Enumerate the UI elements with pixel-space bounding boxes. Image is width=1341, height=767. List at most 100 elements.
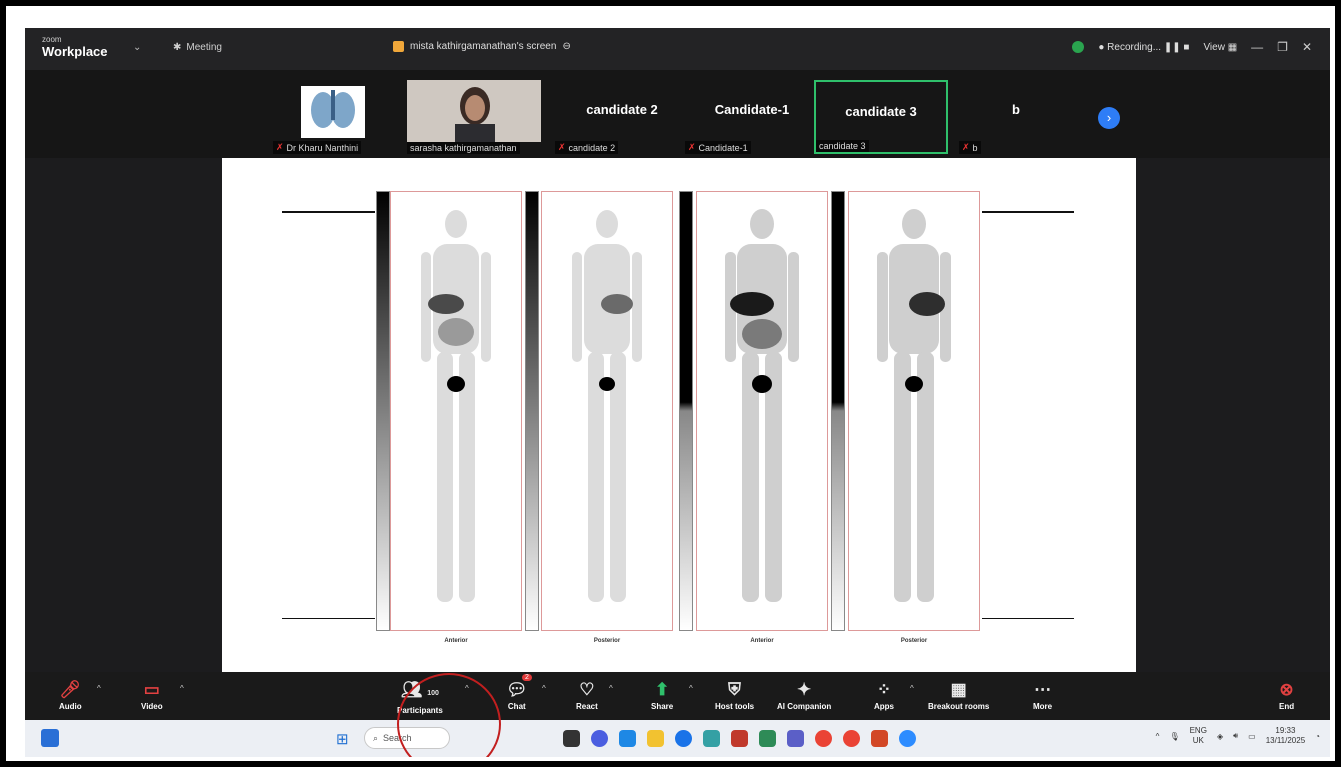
chrome-icon[interactable] [815, 730, 832, 747]
chevron-up-icon[interactable]: ^ [910, 684, 914, 693]
zoom-app-icon[interactable] [899, 730, 916, 747]
video-label: Video [141, 702, 163, 711]
breakout-rooms-button[interactable]: ▦ Breakout rooms [928, 678, 989, 711]
volume-icon[interactable]: 🔊︎ [1233, 731, 1238, 741]
microphone-icon[interactable]: 🎙︎ [1169, 732, 1179, 741]
react-button[interactable]: ♡ React [576, 678, 598, 711]
intensity-scale-bar [376, 191, 390, 631]
video-button[interactable]: ▭ Video [141, 678, 163, 711]
restore-icon[interactable]: ❐ [1277, 40, 1288, 54]
view-label: View [1203, 41, 1225, 53]
edge-icon[interactable] [675, 730, 692, 747]
participant-video [407, 80, 541, 142]
search-icon: ⌕ [373, 732, 379, 743]
windows-taskbar: ⊞ ⌕ Search ^ 🎙︎ ENG UK ◈ 🔊︎ ▭ 19:33 13/11/… [25, 720, 1330, 757]
participant-label: sarasha kathirgamanathan [407, 142, 520, 154]
chevron-up-icon[interactable]: ^ [180, 684, 184, 693]
intensity-scale-bar [679, 191, 693, 631]
participant-tile-active[interactable]: candidate 3 candidate 3 [814, 80, 948, 154]
notification-icon[interactable]: ◔ [1315, 732, 1320, 741]
chevron-down-icon[interactable]: ⌄ [133, 42, 141, 53]
host-tools-button[interactable]: ⛨ Host tools [715, 678, 754, 711]
logo-small-text: zoom [42, 35, 62, 44]
chevron-up-icon[interactable]: ^ [689, 684, 693, 693]
ai-companion-button[interactable]: ✦ AI Companion [777, 678, 831, 711]
divider-line [982, 618, 1074, 619]
file-explorer-icon[interactable] [647, 730, 664, 747]
end-label: End [1279, 702, 1295, 711]
end-button[interactable]: ⊗ End [1279, 678, 1294, 711]
lang-top: ENG [1189, 726, 1207, 735]
meeting-button[interactable]: ✱ Meeting [173, 42, 222, 53]
chevron-up-icon[interactable]: ^ [542, 684, 546, 693]
bone-scan-image: Posterior [848, 191, 980, 644]
battery-icon[interactable]: ▭ [1248, 732, 1256, 741]
participant-tile[interactable]: candidate 2 ✗ candidate 2 [555, 80, 689, 154]
participant-tile[interactable]: b ✗ b [949, 80, 1083, 154]
security-shield-icon[interactable] [1072, 41, 1085, 53]
copilot-icon[interactable] [591, 730, 608, 747]
chat-button[interactable]: 💬︎ Chat [506, 678, 528, 711]
windows-start-icon[interactable]: ⊞ [336, 730, 349, 748]
network-icon[interactable]: ◈ [1217, 732, 1223, 741]
participant-label-text: Dr Kharu Nanthini [286, 142, 359, 153]
widgets-icon[interactable] [41, 729, 59, 747]
participant-label-text: candidate 2 [568, 142, 616, 153]
task-view-icon[interactable] [563, 730, 580, 747]
apps-icon: ⁘ [876, 680, 892, 699]
participant-tile[interactable]: ✗ Dr Kharu Nanthini [273, 80, 407, 154]
body-scan-icon [572, 210, 642, 602]
photos-icon[interactable] [731, 730, 748, 747]
view-button[interactable]: View ▦ [1203, 42, 1237, 53]
titlebar-right: ● Recording... ❚❚ ■ View ▦ — ❐ ✕ [1072, 40, 1312, 54]
chevron-right-icon: › [1106, 110, 1112, 125]
chat-icon: 💬︎ [506, 680, 528, 699]
body-scan-icon [725, 209, 799, 602]
recording-status[interactable]: ● Recording... ❚❚ ■ [1098, 42, 1189, 53]
logo-big-text: Workplace [42, 44, 108, 59]
chrome-profile-icon[interactable] [843, 730, 860, 747]
scan-view-label: Anterior [444, 638, 468, 644]
participant-tile[interactable]: Candidate-1 ✗ Candidate-1 [685, 80, 819, 154]
teams-work-icon[interactable] [787, 730, 804, 747]
next-page-button[interactable]: › [1098, 107, 1120, 129]
bone-scan-image: Posterior [541, 191, 673, 644]
scan-view-label: Anterior [750, 638, 774, 644]
breakout-grid-icon: ▦ [950, 680, 967, 699]
more-button[interactable]: ⋯ More [1033, 678, 1052, 711]
chevron-up-icon[interactable]: ^ [97, 684, 101, 693]
audio-button[interactable]: 🎤︎ Audio [59, 678, 82, 711]
close-icon[interactable]: ✕ [1302, 40, 1312, 54]
minimize-icon[interactable]: — [1251, 40, 1263, 54]
language-indicator[interactable]: ENG UK [1190, 726, 1207, 746]
participant-label: ✗ Candidate-1 [685, 141, 751, 154]
person-video-icon [407, 80, 541, 142]
chevron-up-icon[interactable]: ^ [609, 684, 613, 693]
store-icon[interactable] [703, 730, 720, 747]
share-button[interactable]: ⬆ Share [651, 678, 673, 711]
clock-date: 13/11/2025 [1265, 736, 1306, 745]
participant-name: b [1012, 102, 1020, 117]
powerpoint-icon[interactable] [871, 730, 888, 747]
participant-label: ✗ Dr Kharu Nanthini [273, 141, 362, 154]
participant-label-text: Candidate-1 [698, 142, 748, 153]
sparkle-icon: ✦ [796, 680, 812, 699]
excel-icon[interactable] [759, 730, 776, 747]
chat-label: Chat [507, 702, 526, 711]
zoom-window: zoom Workplace ⌄ ✱ Meeting mista kathirg… [25, 28, 1330, 757]
clock-time: 19:33 [1275, 726, 1296, 735]
teams-icon[interactable] [619, 730, 636, 747]
intensity-scale-bar [831, 191, 845, 631]
participant-label: ✗ b [959, 141, 981, 154]
zoom-out-icon[interactable]: ⊖ [562, 41, 570, 52]
meeting-label: Meeting [186, 42, 222, 53]
participant-label-text: sarasha kathirgamanathan [410, 143, 517, 153]
share-screen-icon [393, 41, 404, 52]
chevron-up-icon[interactable]: ^ [1156, 732, 1160, 741]
apps-button[interactable]: ⁘ Apps [874, 678, 894, 711]
share-indicator[interactable]: mista kathirgamanathan's screen ⊖ [393, 41, 571, 52]
participant-tile[interactable]: sarasha kathirgamanathan [407, 80, 541, 154]
participant-label: candidate 3 [816, 140, 869, 152]
participant-label-text: b [972, 142, 978, 153]
clock[interactable]: 19:33 13/11/2025 [1266, 726, 1305, 746]
